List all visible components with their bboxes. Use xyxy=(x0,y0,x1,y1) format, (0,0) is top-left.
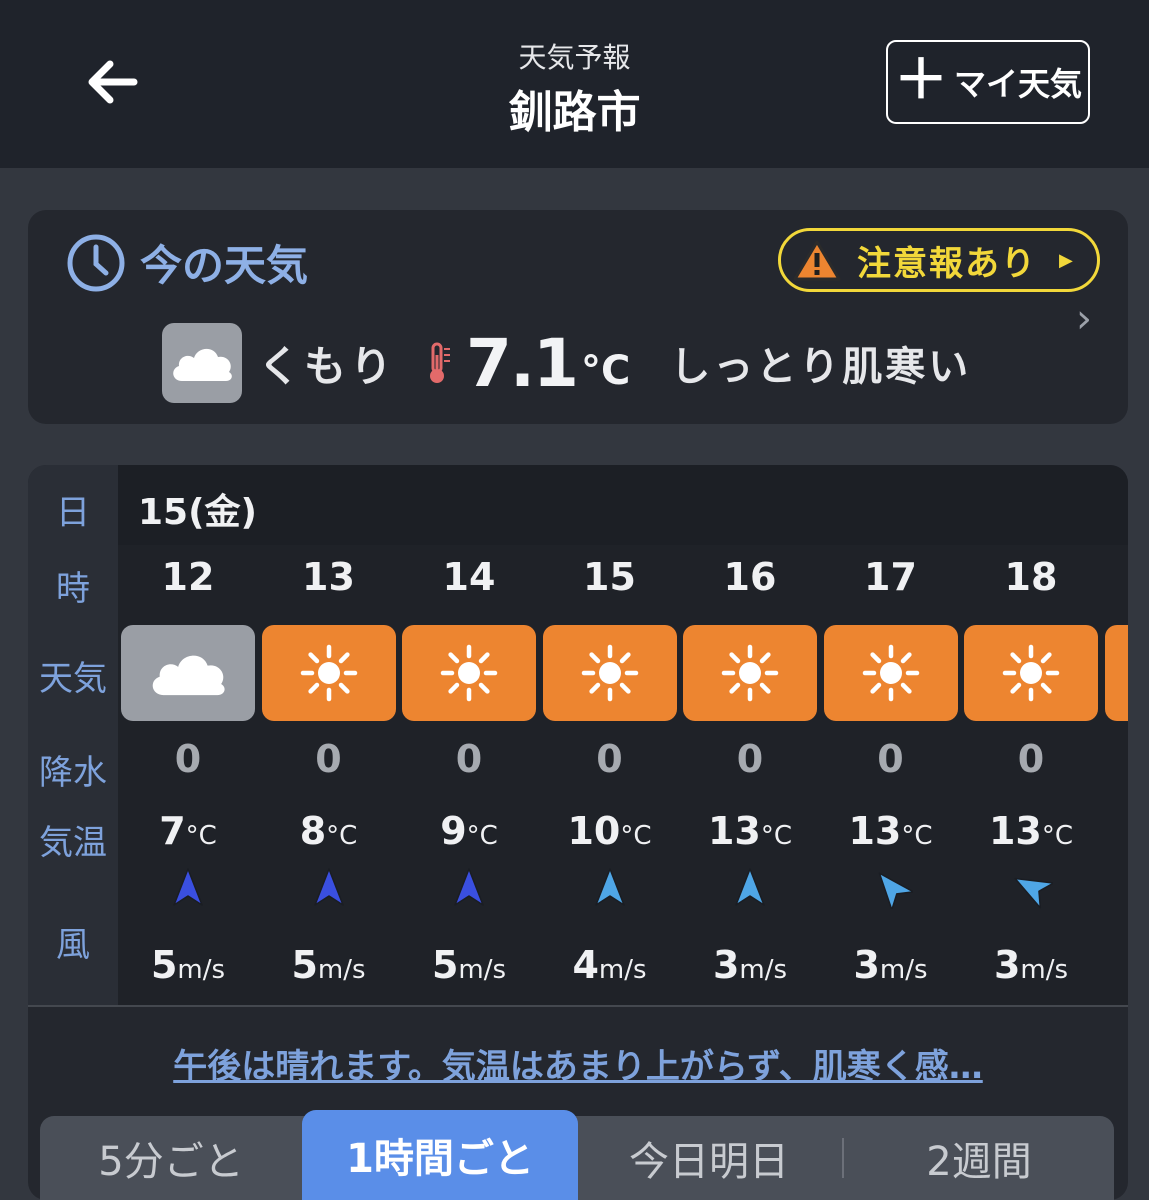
precip-value: 0 xyxy=(596,737,623,781)
precip-value: 0 xyxy=(1017,737,1045,781)
sun-icon xyxy=(964,625,1098,721)
sun-icon xyxy=(261,625,396,721)
hourly-grid[interactable]: 12 0 7°C 5m/s 13 0 8°C 5m/s 14 0 9°C 5m/s 15 0 10°C 4m/… xyxy=(118,545,1128,1005)
row-label-temp: 気温 xyxy=(39,823,107,863)
wind-speed-value: 5m/s xyxy=(431,943,507,987)
warning-icon xyxy=(793,240,841,281)
temperature-value: 13°C xyxy=(988,809,1074,853)
temperature-value: 8°C xyxy=(299,809,358,853)
current-condition-text: くもり xyxy=(258,341,397,391)
tab-hourly[interactable]: 1時間ごと xyxy=(302,1110,578,1200)
add-my-weather-button[interactable]: ＋ マイ天気 xyxy=(886,40,1090,124)
add-my-weather-label: マイ天気 xyxy=(953,65,1082,103)
precip-value: 0 xyxy=(174,737,202,781)
divider xyxy=(28,1005,1128,1007)
feels-like-text: しっとり肌寒い xyxy=(670,344,972,390)
current-weather-card[interactable]: 今の天気 注意報あり ▶ › くもり 7.1 °C しっとり肌寒い xyxy=(28,210,1128,424)
plus-icon: ＋ xyxy=(893,48,948,111)
chevron-right-icon: › xyxy=(1076,296,1092,342)
wind-speed-value: 5m/s xyxy=(291,943,366,987)
hour-label: 18 xyxy=(1004,555,1058,599)
wind-speed-value: 5m/s xyxy=(150,943,226,987)
tab-today-tomorrow[interactable]: 今日明日 xyxy=(578,1116,840,1200)
hour-label: 12 xyxy=(161,555,215,599)
hour-label: 17 xyxy=(864,555,917,599)
wind-direction-icon xyxy=(540,865,680,913)
temperature-value: 13°C xyxy=(848,809,933,853)
wind-direction-icon xyxy=(961,865,1101,913)
sun-icon xyxy=(402,625,536,721)
current-weather-heading: 今の天気 xyxy=(66,232,308,293)
wind-direction-icon xyxy=(399,865,539,913)
thermometer-icon xyxy=(430,342,451,383)
wind-speed-value: 3m/s xyxy=(712,943,788,987)
row-label-wind: 風 xyxy=(56,925,90,965)
sun-icon xyxy=(1104,625,1128,721)
date-header: 15(金) xyxy=(118,465,1128,545)
caret-right-icon: ▶ xyxy=(1059,249,1073,271)
row-label-weather: 天気 xyxy=(39,659,107,699)
advisory-alert-label: 注意報あり xyxy=(857,243,1037,284)
tab-2weeks[interactable]: 2週間 xyxy=(844,1116,1114,1200)
tab-5min[interactable]: 5分ごと xyxy=(40,1116,302,1200)
sun-icon xyxy=(683,625,817,721)
interval-tabs: 5分ごと 1時間ごと 今日明日 2週間 xyxy=(40,1110,1114,1200)
app-header: 天気予報 釧路市 ＋ マイ天気 xyxy=(0,0,1149,168)
row-label-hour: 時 xyxy=(56,569,90,609)
wind-speed-value: 3m/s xyxy=(993,943,1069,987)
date-label: 15(金) xyxy=(138,492,258,533)
temperature-value: 13°C xyxy=(707,809,793,853)
current-temperature: 7.1 xyxy=(466,324,579,402)
hour-label: 15 xyxy=(583,555,636,599)
precip-value: 0 xyxy=(877,737,904,781)
cloud-icon xyxy=(162,323,242,403)
row-label-day: 日 xyxy=(56,493,90,533)
wind-direction-icon xyxy=(118,865,258,913)
hour-label: 16 xyxy=(723,555,777,599)
current-conditions: くもり 7.1 °C しっとり肌寒い xyxy=(162,322,971,404)
precip-value: 0 xyxy=(455,737,483,781)
temperature-value: 7°C xyxy=(159,809,217,853)
hourly-forecast-table: 日 時 天気 降水 気温 風 15(金) 12 0 7°C 5m/s 13 0 8°C 5m/… xyxy=(28,465,1128,1200)
precip-value: 0 xyxy=(315,737,342,781)
wind-speed-value: 4m/s xyxy=(572,943,647,987)
row-labels: 日 時 天気 降水 気温 風 xyxy=(28,465,118,1005)
precip-value: 0 xyxy=(736,737,764,781)
advisory-alert-button[interactable]: 注意報あり ▶ xyxy=(778,228,1100,292)
wind-speed-value: 3m/s xyxy=(853,943,928,987)
current-temperature-unit: °C xyxy=(580,348,631,394)
forecast-summary-link[interactable]: 午後は晴れます。気温はあまり上がらず、肌寒く感… xyxy=(28,1039,1128,1088)
row-label-precip: 降水 xyxy=(39,753,107,793)
clock-icon xyxy=(67,234,125,291)
wind-direction-icon xyxy=(680,865,820,913)
cloud-icon xyxy=(121,625,255,721)
temperature-value: 10°C xyxy=(567,809,652,853)
wind-direction-icon xyxy=(821,865,961,913)
wind-direction-icon xyxy=(259,865,399,913)
current-weather-title: 今の天気 xyxy=(140,241,309,290)
temperature-value: 9°C xyxy=(440,809,498,853)
hour-label: 13 xyxy=(302,555,355,599)
sun-icon xyxy=(542,625,677,721)
hour-label: 14 xyxy=(442,555,496,599)
sun-icon xyxy=(823,625,958,721)
